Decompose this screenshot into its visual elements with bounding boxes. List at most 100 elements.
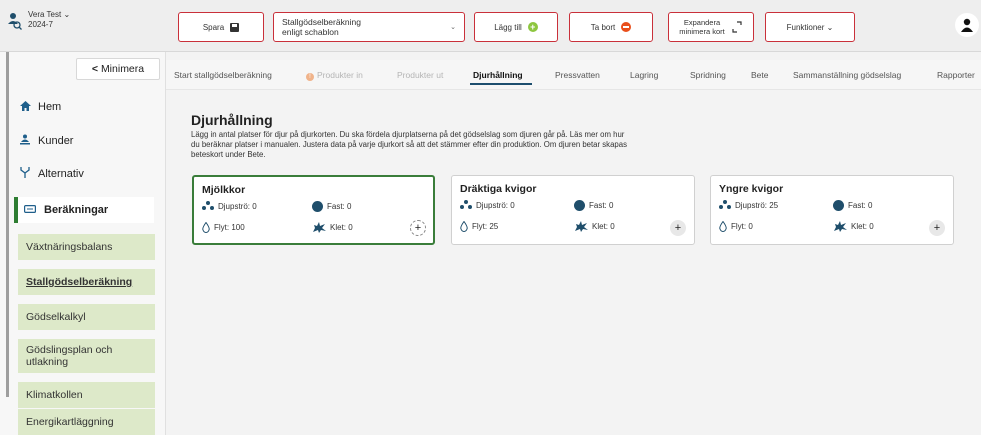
sidebar-item-hem[interactable]: Hem: [18, 96, 61, 118]
chevron-left-icon: <: [91, 63, 99, 75]
calculation-select-line1: Stallgödselberäkning: [282, 17, 361, 27]
sidebar-scrollbar[interactable]: [6, 52, 9, 397]
sidebar-subitem-label: Klimatkollen: [26, 389, 83, 401]
expand-button[interactable]: Expandera minimera kort: [668, 12, 754, 42]
add-label: Lägg till: [494, 22, 522, 32]
home-icon: [18, 100, 32, 114]
chevron-down-icon: ⌄: [63, 10, 71, 19]
add-animal-button[interactable]: +: [670, 220, 686, 236]
tab-label: Produkter in: [317, 70, 363, 80]
sidebar-subitem-label: Energikartläggning: [26, 416, 114, 428]
tab-produkter-ut[interactable]: Produkter ut: [397, 70, 443, 80]
droplet-icon: [460, 221, 468, 232]
stat-klet: Klet: 0: [574, 221, 615, 232]
sidebar-subitem-label: Stallgödselberäkning: [26, 276, 133, 288]
floppy-icon: [230, 22, 240, 32]
sidebar: < Minimera Hem Kunder Alternativ Beräkni…: [0, 52, 166, 435]
splat-icon: [575, 221, 588, 232]
sidebar-subitem-energikartlaggning[interactable]: Energikartläggning: [18, 409, 155, 435]
animal-card-mjolkkor[interactable]: Mjölkkor Djupströ: 0 Fast: 0 Flyt: 100 K…: [192, 175, 435, 245]
warning-icon: !: [306, 73, 314, 81]
tab-djurhallning[interactable]: Djurhållning: [473, 70, 523, 80]
stat-flyt: Flyt: 25: [460, 221, 498, 232]
user-name: Vera Test: [28, 10, 62, 19]
stat-value: Flyt: 100: [214, 223, 245, 232]
tab-start[interactable]: Start stallgödselberäkning: [174, 70, 272, 80]
tab-spridning[interactable]: Spridning: [690, 70, 726, 80]
delete-button[interactable]: Ta bort: [569, 12, 653, 42]
add-button[interactable]: Lägg till +: [474, 12, 558, 42]
minimize-button[interactable]: < Minimera: [76, 58, 160, 80]
customers-icon: [18, 134, 32, 148]
sidebar-subitem-klimatkollen[interactable]: Klimatkollen: [18, 382, 155, 408]
tab-pressvatten[interactable]: Pressvatten: [555, 70, 600, 80]
stat-klet: Klet: 0: [833, 221, 874, 232]
stat-value: Klet: 0: [330, 223, 353, 232]
user-icon: [8, 13, 22, 30]
save-button[interactable]: Spara: [178, 12, 264, 42]
stat-value: Klet: 0: [592, 222, 615, 231]
sidebar-subitem-label: Gödslingsplan och utlakning: [26, 344, 113, 368]
animal-card-yngre-kvigor[interactable]: Yngre kvigor Djupströ: 25 Fast: 0 Flyt: …: [710, 175, 954, 245]
calculation-select-line2: enligt schablon: [282, 27, 339, 37]
card-title: Yngre kvigor: [719, 183, 784, 195]
minimize-label: Minimera: [100, 63, 145, 75]
save-label: Spara: [202, 22, 225, 32]
animal-card-draktiga-kvigor[interactable]: Dräktiga kvigor Djupströ: 0 Fast: 0 Flyt…: [451, 175, 695, 245]
add-animal-button[interactable]: +: [929, 220, 945, 236]
plus-circle-icon: +: [527, 22, 538, 32]
tab-rapporter[interactable]: Rapporter: [937, 70, 975, 80]
stat-value: Djupströ: 25: [735, 200, 779, 210]
filled-circle-icon: [312, 201, 323, 212]
user-year: 2024-7: [28, 20, 53, 29]
sidebar-item-kunder[interactable]: Kunder: [18, 130, 73, 152]
top-bar: Vera Test ⌄ 2024-7 Spara Stallgödselberä…: [0, 0, 981, 52]
minus-circle-icon: [621, 22, 632, 32]
expand-icon: [732, 21, 742, 33]
sidebar-subitem-stallgodselberakning[interactable]: Stallgödselberäkning: [18, 269, 155, 295]
dots-icon: [460, 200, 472, 210]
sidebar-subitem-vaxtnaringsbalans[interactable]: Växtnäringsbalans: [18, 234, 155, 260]
sidebar-subitem-godselkalkyl[interactable]: Gödselkalkyl: [18, 304, 155, 330]
calculation-select[interactable]: Stallgödselberäkning enligt schablon ⌄: [273, 12, 465, 42]
stat-value: Djupströ: 0: [218, 201, 257, 211]
tab-sammanstallning[interactable]: Sammanställning gödselslag: [793, 70, 901, 80]
sidebar-subitem-label: Gödselkalkyl: [26, 311, 86, 323]
avatar[interactable]: [955, 13, 979, 37]
stat-fast: Fast: 0: [312, 201, 351, 212]
card-title: Mjölkkor: [202, 184, 246, 196]
expand-label-line2: minimera kort: [679, 27, 725, 36]
stat-value: Klet: 0: [851, 222, 874, 231]
branch-icon: [18, 167, 32, 181]
stat-value: Flyt: 25: [472, 222, 499, 231]
splat-icon: [313, 222, 326, 233]
user-selector[interactable]: Vera Test ⌄ 2024-7: [8, 10, 70, 30]
filled-circle-icon: [833, 200, 844, 211]
stat-value: Flyt: 0: [731, 222, 753, 231]
avatar-icon: [961, 18, 973, 32]
stat-flyt: Flyt: 100: [202, 222, 245, 233]
functions-button[interactable]: Funktioner ⌄: [765, 12, 855, 42]
droplet-icon: [202, 222, 210, 233]
calculator-icon: [24, 204, 38, 216]
filled-circle-icon: [574, 200, 585, 211]
sidebar-item-label: Alternativ: [38, 168, 84, 180]
functions-label: Funktioner: [786, 22, 825, 32]
sidebar-item-alternativ[interactable]: Alternativ: [18, 163, 84, 185]
stat-djupstro: Djupströ: 0: [202, 201, 257, 211]
add-animal-button[interactable]: +: [410, 220, 426, 236]
delete-label: Ta bort: [590, 22, 616, 32]
stat-value: Djupströ: 0: [476, 200, 515, 210]
stat-djupstro: Djupströ: 25: [719, 200, 778, 210]
sidebar-item-label: Kunder: [38, 135, 74, 147]
dots-icon: [719, 200, 731, 210]
page-description: Lägg in antal platser för djur på djurko…: [191, 130, 627, 159]
sidebar-item-berakningar[interactable]: Beräkningar: [14, 197, 154, 223]
active-tab-indicator: [470, 83, 532, 85]
tab-bete[interactable]: Bete: [751, 70, 769, 80]
splat-icon: [834, 221, 847, 232]
chevron-down-icon: ⌄: [450, 24, 456, 31]
tab-produkter-in[interactable]: ! Produkter in: [306, 70, 363, 81]
sidebar-subitem-godslingsplan[interactable]: Gödslingsplan och utlakning: [18, 339, 155, 373]
tab-lagring[interactable]: Lagring: [630, 70, 658, 80]
